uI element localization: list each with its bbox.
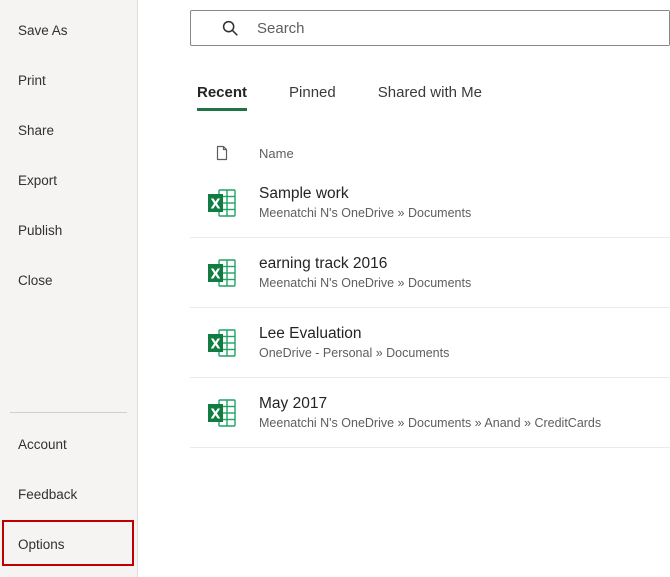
file-location: Meenatchi N's OneDrive » Documents » Ana…: [259, 416, 602, 430]
file-location: OneDrive - Personal » Documents: [259, 346, 450, 360]
tab-pinned[interactable]: Pinned: [289, 84, 336, 111]
file-title: Lee Evaluation: [259, 325, 362, 342]
search-box: [190, 10, 670, 46]
sidebar-item-save-as[interactable]: Save As: [0, 5, 137, 55]
sidebar-item-account[interactable]: Account: [0, 419, 137, 469]
sidebar-item-feedback[interactable]: Feedback: [0, 469, 137, 519]
recent-file-list: Name X Sample work Meenatchi N's OneDriv…: [190, 138, 670, 448]
sidebar-item-print[interactable]: Print: [0, 55, 137, 105]
file-row[interactable]: X May 2017 Meenatchi N's OneDrive » Docu…: [190, 378, 670, 448]
svg-text:X: X: [210, 407, 220, 422]
file-title: May 2017: [259, 395, 328, 412]
file-tabs: Recent Pinned Shared with Me: [197, 84, 482, 111]
document-icon: [214, 145, 230, 161]
svg-text:X: X: [210, 197, 220, 212]
file-title: earning track 2016: [259, 255, 388, 272]
excel-file-icon: X: [206, 397, 238, 429]
sidebar-divider: [10, 412, 127, 413]
tab-recent[interactable]: Recent: [197, 84, 248, 111]
excel-file-icon: X: [206, 327, 238, 359]
file-row[interactable]: X Sample work Meenatchi N's OneDrive » D…: [190, 168, 670, 238]
file-row[interactable]: X earning track 2016 Meenatchi N's OneDr…: [190, 238, 670, 308]
search-icon: [221, 19, 239, 37]
excel-file-icon: X: [206, 257, 238, 289]
svg-text:X: X: [210, 267, 220, 282]
sidebar-item-publish[interactable]: Publish: [0, 205, 137, 255]
excel-backstage-view: Save As Print Share Export Publish Close…: [0, 0, 670, 577]
tab-shared-with-me[interactable]: Shared with Me: [378, 84, 482, 111]
list-header-name[interactable]: Name: [190, 138, 670, 168]
name-column-label: Name: [259, 145, 294, 161]
file-location: Meenatchi N's OneDrive » Documents: [259, 206, 472, 220]
file-row[interactable]: X Lee Evaluation OneDrive - Personal » D…: [190, 308, 670, 378]
svg-text:X: X: [210, 337, 220, 352]
search-input[interactable]: [257, 11, 669, 45]
file-title: Sample work: [259, 185, 349, 202]
backstage-main: Recent Pinned Shared with Me Name: [139, 0, 670, 577]
sidebar-item-share[interactable]: Share: [0, 105, 137, 155]
sidebar-item-close[interactable]: Close: [0, 255, 137, 305]
sidebar-item-options[interactable]: Options: [0, 519, 137, 569]
excel-file-icon: X: [206, 187, 238, 219]
file-location: Meenatchi N's OneDrive » Documents: [259, 276, 472, 290]
sidebar-item-export[interactable]: Export: [0, 155, 137, 205]
backstage-sidebar: Save As Print Share Export Publish Close…: [0, 0, 138, 577]
